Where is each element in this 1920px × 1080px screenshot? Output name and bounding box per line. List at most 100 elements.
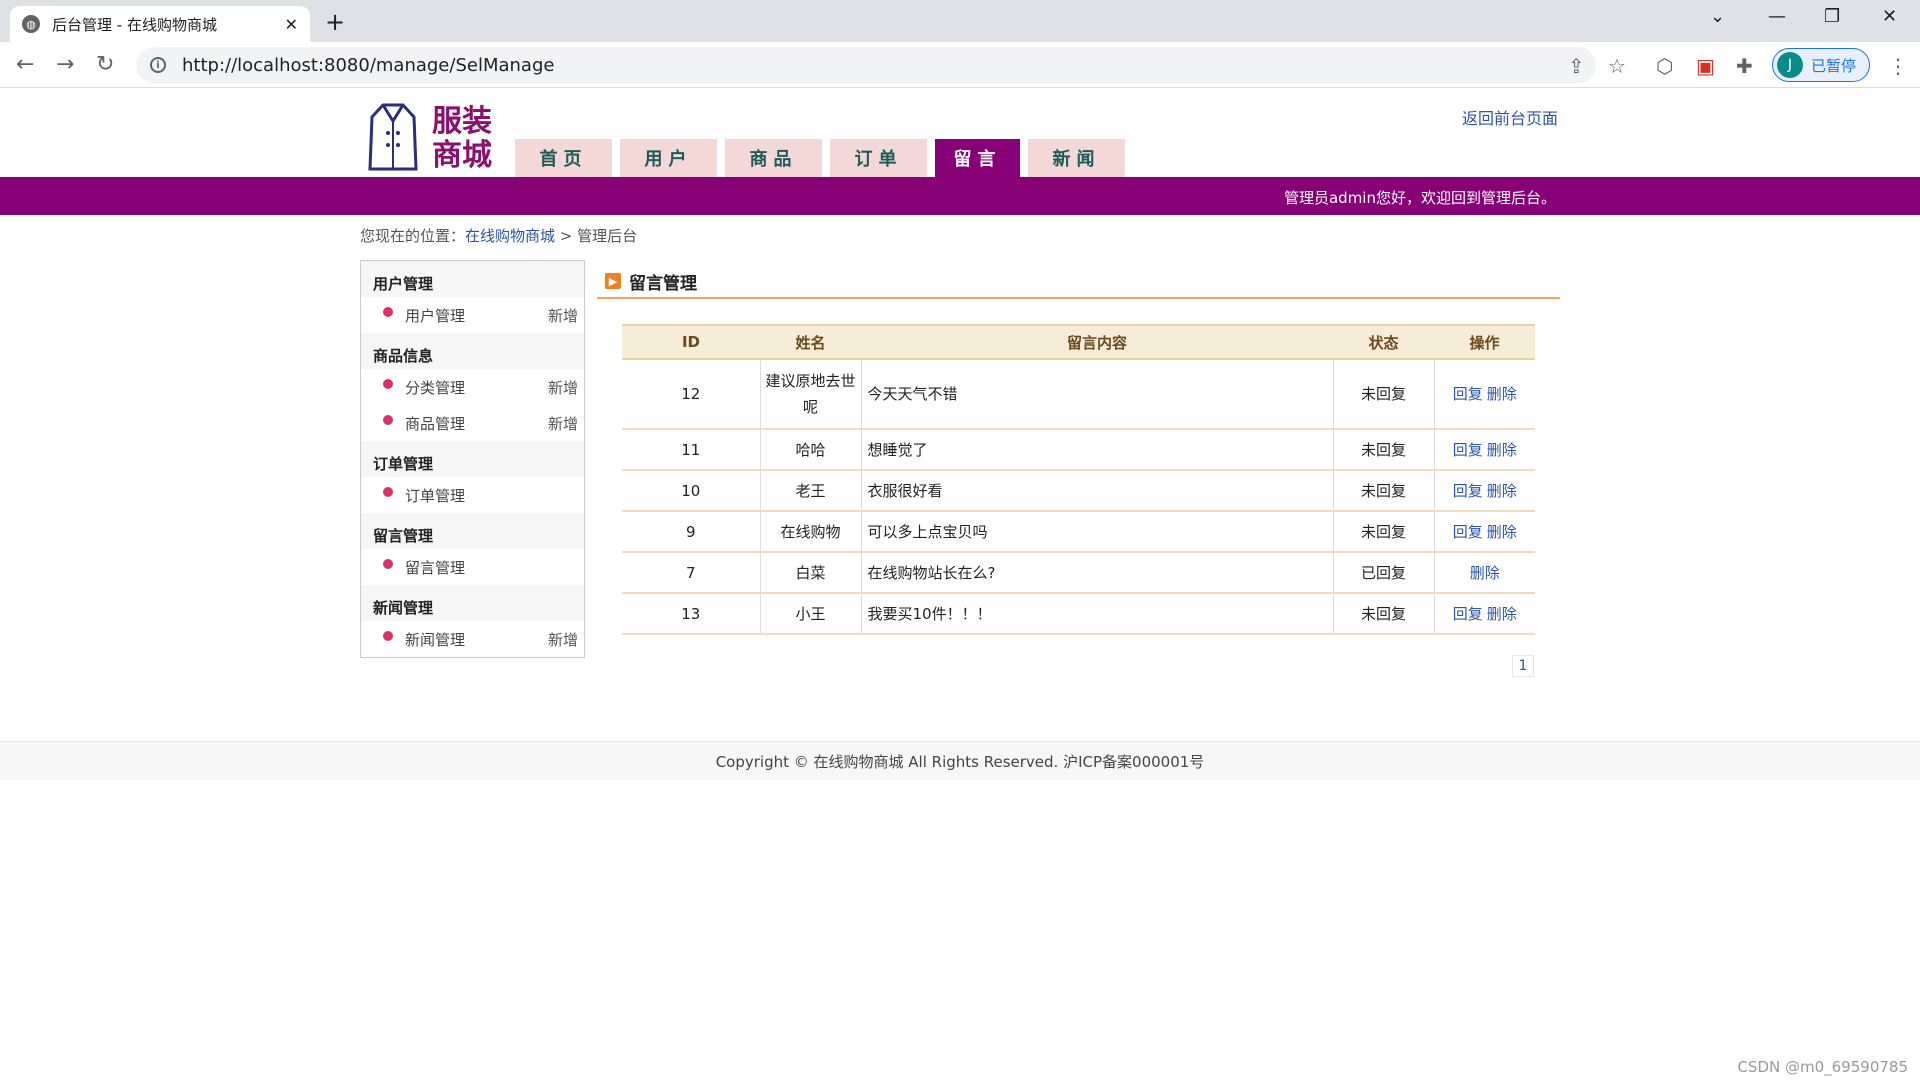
footer: Copyright © 在线购物商城 All Rights Reserved. … xyxy=(0,741,1920,780)
browser-tab-bar: ◍ 后台管理 - 在线购物商城 ✕ + ⌄ — ❐ ✕ xyxy=(0,0,1920,42)
reply-link[interactable]: 回复 xyxy=(1453,441,1483,459)
nav-tab-home[interactable]: 首页 xyxy=(515,139,612,177)
share-icon[interactable]: ⇪ xyxy=(1568,54,1585,78)
table-row: 9 在线购物 可以多上点宝贝吗 未回复 回复 删除 xyxy=(622,511,1535,553)
menu-icon[interactable]: ⋮ xyxy=(1888,54,1908,78)
cell-id: 11 xyxy=(622,429,760,471)
sidebar-section-title: 新闻管理 xyxy=(361,585,584,621)
delete-link[interactable]: 删除 xyxy=(1487,482,1517,500)
close-window-icon[interactable]: ✕ xyxy=(1882,6,1897,27)
bullet-icon xyxy=(383,415,393,425)
cell-content: 我要买10件！！！ xyxy=(860,593,1333,635)
table-row: 11 哈哈 想睡觉了 未回复 回复 删除 xyxy=(622,429,1535,471)
nav-tab-news[interactable]: 新闻 xyxy=(1028,139,1125,177)
cell-name: 老王 xyxy=(759,470,861,512)
bullet-icon xyxy=(383,379,393,389)
sidebar-section-title: 用户管理 xyxy=(361,261,584,297)
page-number-1[interactable]: 1 xyxy=(1512,655,1534,677)
sidebar-section-title: 订单管理 xyxy=(361,441,584,477)
delete-link[interactable]: 删除 xyxy=(1487,605,1517,623)
nav-tab-orders[interactable]: 订单 xyxy=(830,139,927,177)
profile-button[interactable]: J 已暂停 xyxy=(1772,48,1870,82)
cell-id: 13 xyxy=(622,593,760,635)
csdn-watermark: CSDN @m0_69590785 xyxy=(1737,1058,1908,1076)
sidebar-item-message-management[interactable]: 留言管理 xyxy=(361,549,584,585)
reply-link[interactable]: 回复 xyxy=(1453,482,1483,500)
cell-status: 未回复 xyxy=(1332,429,1434,471)
tab-search-icon[interactable]: ⌄ xyxy=(1710,6,1725,27)
table-row: 7 白菜 在线购物站长在么? 已回复 删除 xyxy=(622,552,1535,594)
table-row: 12 建议原地去世呢 今天天气不错 未回复 回复 删除 xyxy=(622,359,1535,430)
breadcrumb: 您现在的位置：在线购物商城 > 管理后台 xyxy=(360,225,637,246)
cell-name: 在线购物 xyxy=(759,511,861,553)
column-header-name: 姓名 xyxy=(760,324,861,360)
new-tab-icon[interactable]: + xyxy=(325,8,345,36)
sidebar-section-title: 商品信息 xyxy=(361,333,584,369)
extension-icon[interactable]: ⬡ xyxy=(1656,54,1673,78)
sidebar-item-order-management[interactable]: 订单管理 xyxy=(361,477,584,513)
cell-id: 9 xyxy=(622,511,760,553)
breadcrumb-home-link[interactable]: 在线购物商城 xyxy=(465,227,555,245)
web-page: 服装 商城 返回前台页面 首页 用户 商品 订单 留言 新闻 管理员admin您… xyxy=(0,89,1920,1080)
cell-id: 12 xyxy=(622,359,760,430)
delete-link[interactable]: 删除 xyxy=(1487,385,1517,403)
cell-content: 可以多上点宝贝吗 xyxy=(860,511,1333,553)
bookmark-star-icon[interactable]: ☆ xyxy=(1608,54,1626,78)
address-bar[interactable]: i http://localhost:8080/manage/SelManage xyxy=(136,47,1596,83)
breadcrumb-current: 管理后台 xyxy=(577,227,638,245)
cell-name: 白菜 xyxy=(759,552,861,594)
table-row: 13 小王 我要买10件！！！ 未回复 回复 删除 xyxy=(622,593,1535,635)
bullet-icon xyxy=(383,559,393,569)
reply-link[interactable]: 回复 xyxy=(1453,605,1483,623)
delete-link[interactable]: 删除 xyxy=(1487,441,1517,459)
column-header-actions: 操作 xyxy=(1434,324,1535,360)
sidebar-item-user-management[interactable]: 用户管理 新增 xyxy=(361,297,584,333)
add-news-link[interactable]: 新增 xyxy=(548,629,578,650)
reply-link[interactable]: 回复 xyxy=(1453,385,1483,403)
delete-link[interactable]: 删除 xyxy=(1487,523,1517,541)
cell-id: 7 xyxy=(622,552,760,594)
bullet-icon xyxy=(383,307,393,317)
nav-tab-users[interactable]: 用户 xyxy=(620,139,717,177)
site-info-icon[interactable]: i xyxy=(150,57,166,73)
back-to-frontend-link[interactable]: 返回前台页面 xyxy=(1462,105,1558,129)
section-header: ▶ 留言管理 xyxy=(597,265,1560,299)
fe-extension-icon[interactable]: ▣ xyxy=(1696,54,1715,78)
cell-status: 未回复 xyxy=(1332,359,1434,430)
sidebar-item-category-management[interactable]: 分类管理 新增 xyxy=(361,369,584,405)
cell-content: 衣服很好看 xyxy=(860,470,1333,512)
welcome-text: 管理员admin您好，欢迎回到管理后台。 xyxy=(1283,189,1556,207)
profile-status: 已暂停 xyxy=(1811,56,1857,75)
main-nav: 首页 用户 商品 订单 留言 新闻 xyxy=(515,139,1133,177)
sidebar-item-news-management[interactable]: 新闻管理 新增 xyxy=(361,621,584,657)
nav-tab-messages[interactable]: 留言 xyxy=(935,139,1020,177)
coat-icon xyxy=(368,103,418,171)
avatar: J xyxy=(1777,52,1803,78)
header-bar: 管理员admin您好，欢迎回到管理后台。 xyxy=(0,177,1920,215)
nav-tab-products[interactable]: 商品 xyxy=(725,139,822,177)
minimize-icon[interactable]: — xyxy=(1768,6,1786,27)
sidebar: 用户管理 用户管理 新增 商品信息 分类管理 新增 商品管理 新增 订单管理 订… xyxy=(360,260,585,658)
tab-title: 后台管理 - 在线购物商城 xyxy=(52,15,217,34)
restore-icon[interactable]: ❐ xyxy=(1824,6,1840,27)
cell-id: 10 xyxy=(622,470,760,512)
cell-content: 在线购物站长在么? xyxy=(860,552,1333,594)
delete-link[interactable]: 删除 xyxy=(1470,564,1500,582)
browser-tab[interactable]: ◍ 后台管理 - 在线购物商城 ✕ xyxy=(10,6,310,42)
add-product-link[interactable]: 新增 xyxy=(548,413,578,434)
cell-status: 未回复 xyxy=(1332,470,1434,512)
back-icon[interactable]: ← xyxy=(16,52,34,77)
table-row: 10 老王 衣服很好看 未回复 回复 删除 xyxy=(622,470,1535,512)
message-table: ID 姓名 留言内容 状态 操作 12 建议原地去世呢 今天天气不错 未回复 回… xyxy=(622,324,1535,635)
puzzle-icon[interactable]: ✚ xyxy=(1736,54,1753,78)
add-user-link[interactable]: 新增 xyxy=(548,305,578,326)
site-logo[interactable]: 服装 商城 xyxy=(368,101,498,173)
forward-icon[interactable]: → xyxy=(56,52,74,77)
reply-link[interactable]: 回复 xyxy=(1453,523,1483,541)
sidebar-section-title: 留言管理 xyxy=(361,513,584,549)
cell-actions: 删除 xyxy=(1433,552,1535,594)
close-tab-icon[interactable]: ✕ xyxy=(285,15,298,34)
add-category-link[interactable]: 新增 xyxy=(548,377,578,398)
reload-icon[interactable]: ↻ xyxy=(96,52,114,77)
sidebar-item-product-management[interactable]: 商品管理 新增 xyxy=(361,405,584,441)
